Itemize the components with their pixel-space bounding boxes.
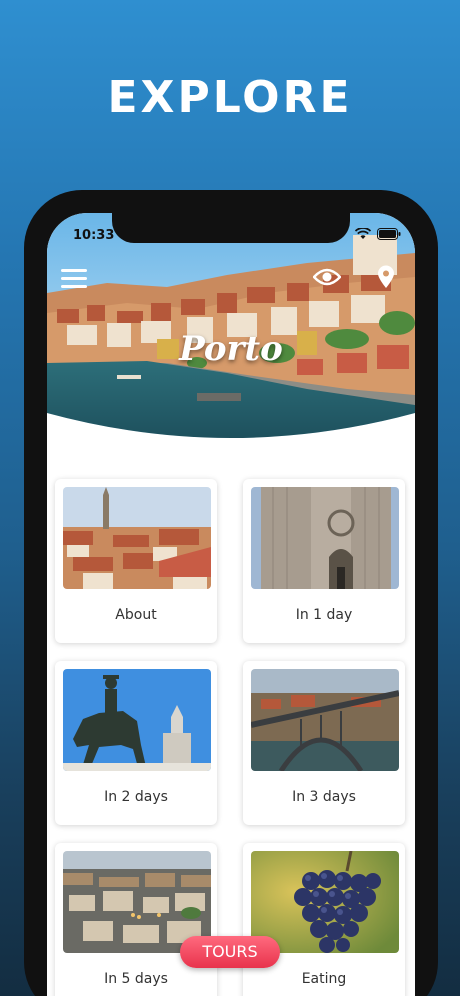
card-about[interactable]: About bbox=[55, 479, 217, 643]
tours-button[interactable]: TOURS bbox=[180, 936, 280, 968]
card-image-bridge bbox=[251, 669, 399, 771]
card-image-cathedral bbox=[251, 487, 399, 589]
eye-icon[interactable] bbox=[312, 267, 342, 291]
hero-banner bbox=[47, 213, 415, 441]
card-in-3-days[interactable]: In 3 days bbox=[243, 661, 405, 825]
card-in-1-day[interactable]: In 1 day bbox=[243, 479, 405, 643]
status-icons bbox=[355, 228, 401, 240]
menu-icon[interactable] bbox=[61, 269, 87, 293]
card-in-5-days[interactable]: In 5 days bbox=[55, 843, 217, 996]
map-pin-icon[interactable] bbox=[377, 265, 395, 293]
status-time: 10:33 bbox=[73, 228, 115, 243]
hero-image bbox=[47, 213, 415, 438]
card-image-statue bbox=[63, 669, 211, 771]
card-image-grapes bbox=[251, 851, 399, 953]
card-label: In 1 day bbox=[295, 607, 353, 623]
card-eating[interactable]: Eating bbox=[243, 843, 405, 996]
promo-title: EXPLORE bbox=[107, 72, 353, 123]
wifi-icon bbox=[355, 228, 371, 239]
card-label: Eating bbox=[301, 971, 347, 987]
card-image-rooftops bbox=[63, 487, 211, 589]
battery-icon bbox=[377, 228, 401, 240]
card-in-2-days[interactable]: In 2 days bbox=[55, 661, 217, 825]
city-name: Porto bbox=[179, 329, 283, 369]
phone-notch bbox=[112, 213, 350, 243]
card-label: In 3 days bbox=[292, 789, 356, 805]
card-label: In 2 days bbox=[104, 789, 168, 805]
app-screen: 10:33 Porto About In 1 day In 2 days In … bbox=[47, 213, 415, 996]
card-label: In 5 days bbox=[104, 971, 168, 987]
card-label: About bbox=[115, 607, 157, 623]
